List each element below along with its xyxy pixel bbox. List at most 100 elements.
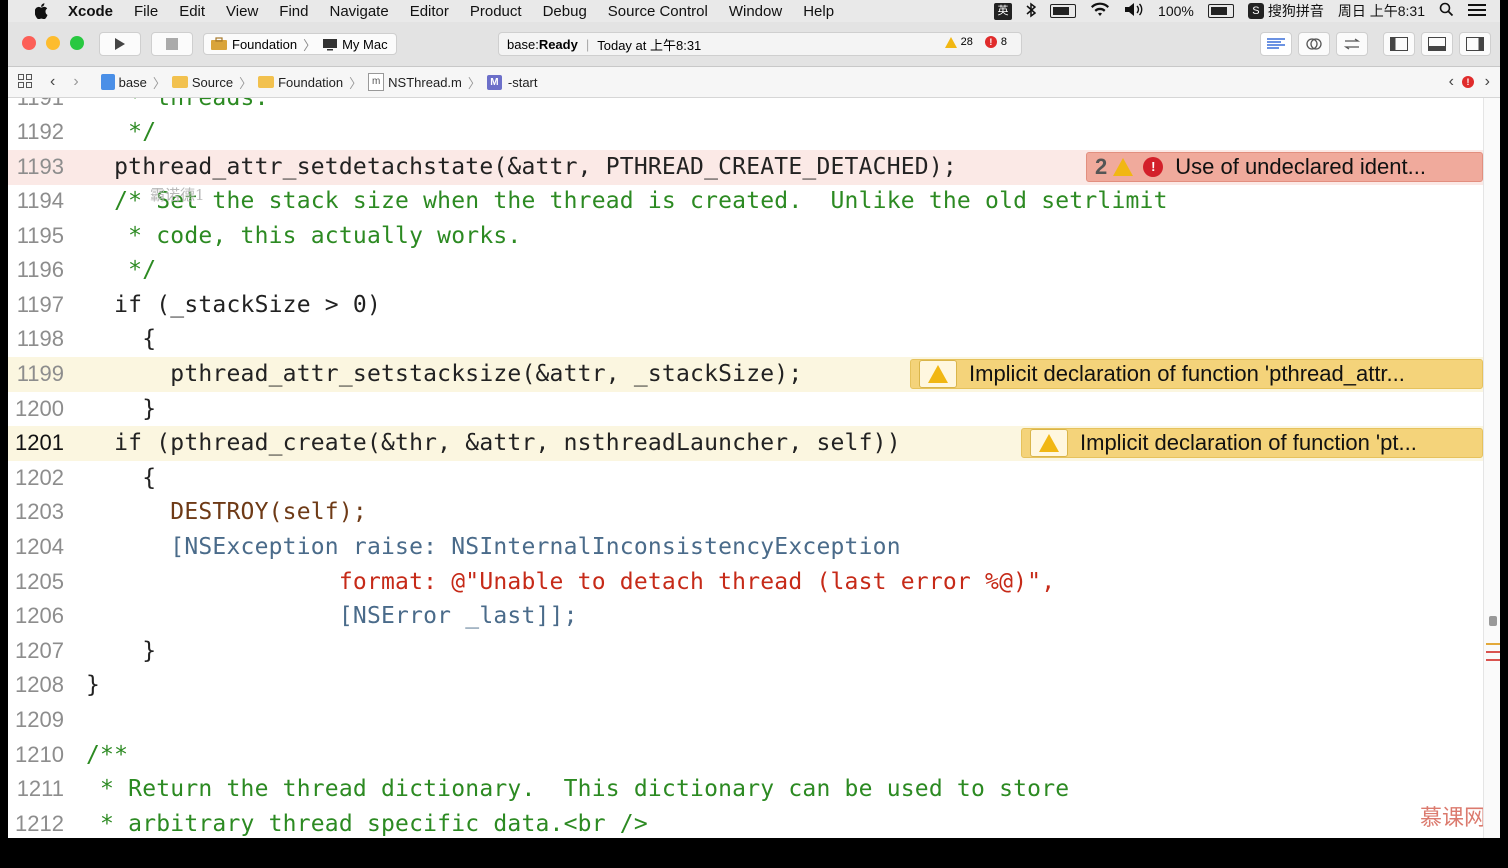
- menu-navigate[interactable]: Navigate: [329, 3, 388, 20]
- warning-annotation[interactable]: Implicit declaration of function 'pthrea…: [910, 359, 1483, 389]
- bottom-panel-icon: [1428, 37, 1446, 51]
- line-number: 1207: [15, 638, 64, 664]
- error-marker: [1486, 651, 1500, 653]
- toggle-inspector-button[interactable]: [1459, 32, 1491, 56]
- warning-count: 28: [960, 36, 973, 48]
- version-editor-button[interactable]: [1336, 32, 1368, 56]
- mac-icon: [323, 38, 338, 50]
- error-icon: !: [984, 36, 997, 48]
- menu-view[interactable]: View: [226, 3, 258, 20]
- standard-editor-button[interactable]: [1260, 32, 1292, 56]
- status-state: Ready: [538, 36, 578, 52]
- code-line: 1202 {: [8, 461, 1483, 496]
- rings-icon: [1306, 38, 1322, 50]
- battery-percent[interactable]: 100%: [1158, 3, 1194, 19]
- code-line: 1194 /* Set the stack size when the thre…: [8, 184, 1483, 219]
- related-items-icon[interactable]: [18, 73, 32, 91]
- code-line-warning: 1201 if (pthread_create(&thr, &attr, nst…: [8, 426, 1483, 461]
- battery-icon[interactable]: [1207, 4, 1234, 18]
- menu-source-control[interactable]: Source Control: [608, 3, 708, 20]
- code-text: /* Set the stack size when the thread is…: [86, 188, 1168, 215]
- menu-app-name[interactable]: Xcode: [68, 3, 113, 20]
- arrows-icon: [1343, 38, 1361, 50]
- crumb-foundation[interactable]: Foundation: [278, 75, 343, 90]
- line-number: 1203: [15, 499, 64, 525]
- warning-icon: [1113, 158, 1134, 176]
- wifi-icon[interactable]: [1090, 2, 1110, 20]
- crumb-base[interactable]: base: [119, 75, 147, 90]
- error-annotation[interactable]: 2 ! Use of undeclared ident...: [1086, 152, 1483, 182]
- apple-icon[interactable]: [34, 3, 50, 19]
- run-button[interactable]: [99, 32, 141, 56]
- code-text: * arbitrary thread specific data.<br />: [86, 811, 648, 838]
- chevron-right-icon: 〉: [349, 75, 363, 91]
- menu-product[interactable]: Product: [470, 3, 522, 20]
- spotlight-icon[interactable]: [1439, 2, 1454, 20]
- editor-scrollbar[interactable]: [1483, 98, 1500, 838]
- menu-edit[interactable]: Edit: [179, 3, 205, 20]
- toolbox-icon: [211, 37, 227, 50]
- next-issue-icon[interactable]: ›: [1485, 73, 1490, 91]
- menu-editor[interactable]: Editor: [410, 3, 449, 20]
- code-line: 1210 /**: [8, 738, 1483, 773]
- chevron-right-icon: 〉: [467, 75, 481, 91]
- assistant-editor-button[interactable]: [1298, 32, 1330, 56]
- minimize-window-button[interactable]: [46, 36, 60, 50]
- input-method-label[interactable]: 搜狗拼音: [1268, 1, 1324, 21]
- code-line: 1212 * arbitrary thread specific data.<b…: [8, 807, 1483, 838]
- code-text: * Return the thread dictionary. This dic…: [86, 776, 1070, 803]
- line-number: 1191: [8, 98, 64, 111]
- breadcrumb: base 〉 Source 〉 Foundation 〉 m NSThread.…: [100, 73, 538, 92]
- code-line: 1198 {: [8, 322, 1483, 357]
- keyboard-brightness-icon[interactable]: [1050, 4, 1077, 18]
- crumb-method[interactable]: -start: [508, 75, 538, 90]
- scroll-thumb[interactable]: [1489, 616, 1497, 626]
- line-number: 1199: [16, 361, 64, 387]
- status-project: base:: [507, 36, 539, 52]
- menu-debug[interactable]: Debug: [543, 3, 587, 20]
- toggle-debug-area-button[interactable]: [1421, 32, 1453, 56]
- menu-help[interactable]: Help: [803, 3, 834, 20]
- warning-message: Implicit declaration of function 'pthrea…: [969, 361, 1405, 386]
- close-window-button[interactable]: [22, 36, 36, 50]
- code-text: /**: [86, 742, 129, 769]
- menu-window[interactable]: Window: [729, 3, 782, 20]
- toggle-navigator-button[interactable]: [1383, 32, 1415, 56]
- clock[interactable]: 周日 上午8:31: [1338, 1, 1425, 21]
- code-text: pthread_attr_setdetachstate(&attr, PTHRE…: [86, 154, 957, 181]
- sogou-icon[interactable]: S: [1247, 3, 1264, 19]
- bluetooth-icon[interactable]: [1026, 2, 1037, 21]
- code-line: 1209: [8, 703, 1483, 738]
- stop-button[interactable]: [151, 32, 193, 56]
- crumb-file[interactable]: NSThread.m: [388, 75, 462, 90]
- back-arrow-icon[interactable]: ‹: [50, 73, 55, 91]
- stop-icon: [166, 38, 178, 50]
- error-marker: [1486, 659, 1500, 661]
- warning-annotation[interactable]: Implicit declaration of function 'pt...: [1021, 428, 1483, 458]
- warning-marker: [1486, 643, 1500, 645]
- forward-arrow-icon[interactable]: ›: [73, 73, 78, 91]
- input-source-icon[interactable]: 英: [994, 2, 1013, 20]
- previous-issue-icon[interactable]: ‹: [1449, 73, 1454, 91]
- source-editor[interactable]: 1191 * threads. 1192 */ 1193 pthread_att…: [8, 98, 1500, 838]
- menu-file[interactable]: File: [134, 3, 158, 20]
- chevron-right-icon: 〉: [303, 37, 317, 53]
- menu-find[interactable]: Find: [279, 3, 308, 20]
- code-text: }: [86, 672, 101, 699]
- line-number: 1211: [16, 776, 64, 802]
- issue-error-icon[interactable]: !: [1462, 76, 1474, 88]
- code-text: if (_stackSize > 0): [86, 292, 381, 319]
- scheme-selector[interactable]: Foundation 〉 My Mac: [203, 33, 397, 55]
- line-number: 1195: [16, 223, 64, 249]
- code-line-error: 1193 pthread_attr_setdetachstate(&attr, …: [8, 150, 1483, 185]
- zoom-window-button[interactable]: [70, 36, 84, 50]
- issue-counts[interactable]: 28 ! 8: [944, 36, 1007, 48]
- crumb-source[interactable]: Source: [192, 75, 233, 90]
- notification-center-icon[interactable]: [1468, 3, 1486, 20]
- volume-icon[interactable]: [1124, 2, 1144, 20]
- code-line: 1200 }: [8, 392, 1483, 427]
- status-time: Today at 上午8:31: [597, 37, 702, 53]
- code-line-warning: 1199 pthread_attr_setstacksize(&attr, _s…: [8, 357, 1483, 392]
- code-text: format: @"Unable to detach thread (last …: [86, 569, 1056, 596]
- line-number: 1193: [16, 154, 64, 180]
